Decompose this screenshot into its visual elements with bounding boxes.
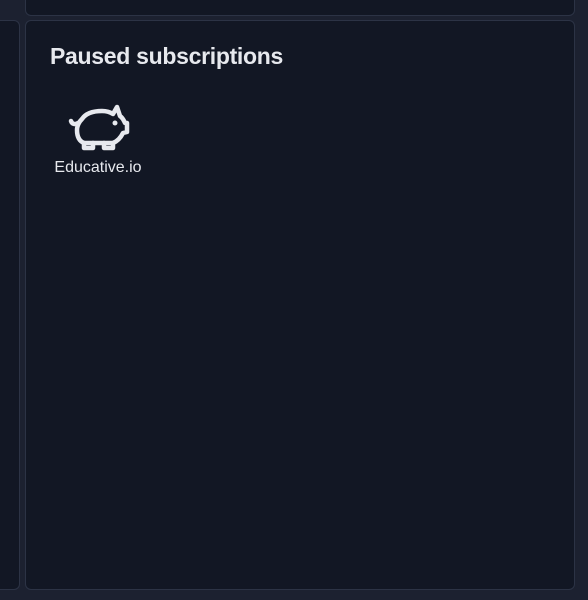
top-panel — [25, 0, 575, 16]
piggy-bank-icon — [68, 104, 130, 151]
panel-title: Paused subscriptions — [50, 43, 284, 69]
paused-subscriptions-panel: Paused subscriptions Educative.io — [25, 20, 575, 590]
subscription-item-educative[interactable]: Educative.io — [50, 101, 146, 177]
left-panel — [0, 20, 20, 590]
app-page: Paused subscriptions Educative.io — [0, 0, 588, 600]
subscription-label: Educative.io — [54, 159, 142, 176]
